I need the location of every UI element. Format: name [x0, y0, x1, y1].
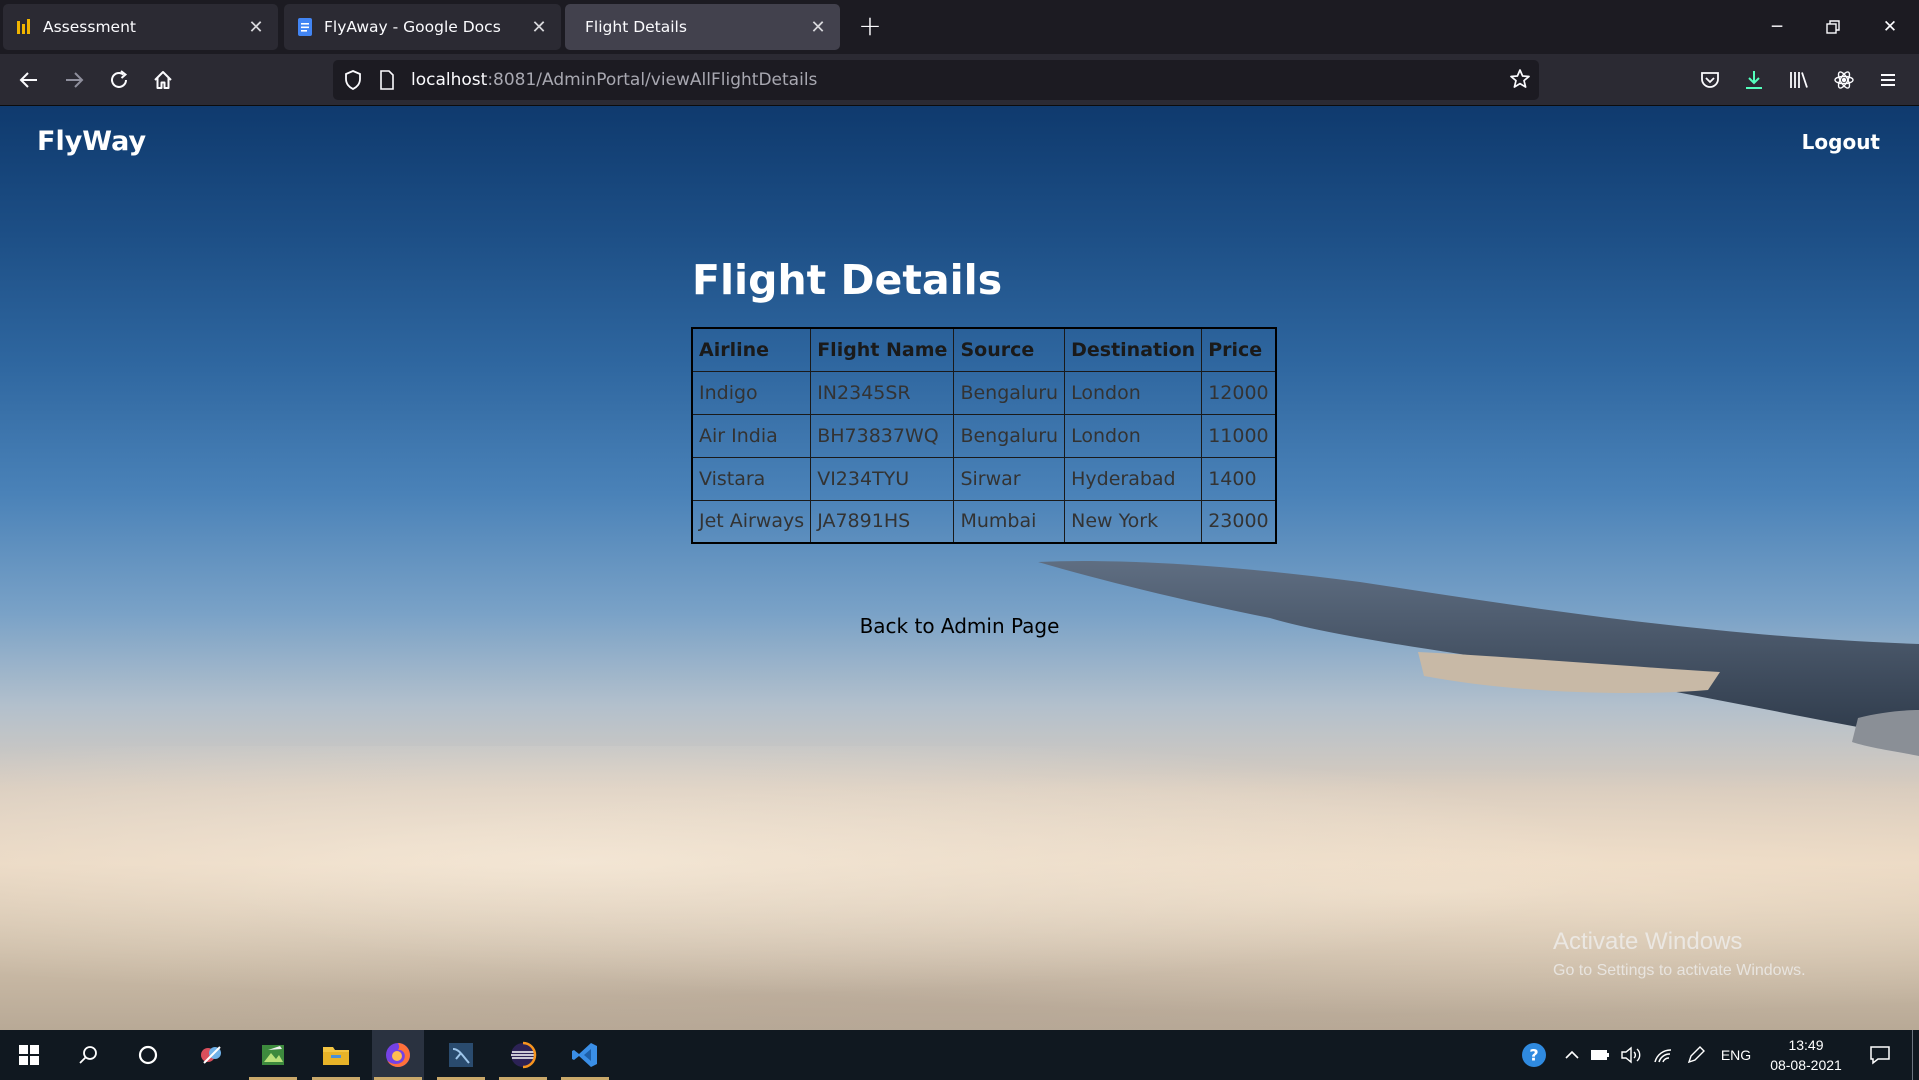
navigation-toolbar: localhost:8081/AdminPortal/viewAllFlight…	[0, 54, 1919, 106]
table-row: Vistara VI234TYU Sirwar Hyderabad 1400	[691, 456, 1277, 501]
pen-workspace-icon[interactable]	[1683, 1030, 1709, 1080]
column-header-source: Source	[953, 327, 1066, 372]
cell-flight-name: IN2345SR	[810, 370, 955, 415]
page-title: Flight Details	[692, 256, 1003, 304]
home-icon[interactable]	[145, 62, 181, 98]
watermark-subtitle: Go to Settings to activate Windows.	[1553, 962, 1806, 979]
activate-windows-watermark: Activate Windows Go to Settings to activ…	[1553, 928, 1806, 980]
close-icon[interactable]: ✕	[246, 17, 266, 38]
volume-icon[interactable]	[1618, 1030, 1644, 1080]
flight-details-table: Airline Flight Name Source Destination P…	[691, 327, 1277, 544]
cell-airline: Air India	[691, 413, 812, 458]
cell-flight-name: JA7891HS	[810, 499, 955, 544]
clock-date: 08-08-2021	[1770, 1057, 1842, 1073]
column-header-flight-name: Flight Name	[810, 327, 955, 372]
cell-price: 1400	[1201, 456, 1277, 501]
clock-time: 13:49	[1788, 1037, 1824, 1053]
battery-icon[interactable]	[1588, 1030, 1612, 1080]
restore-icon[interactable]	[1810, 8, 1856, 46]
back-to-admin-link-row: Back to Admin Page	[0, 614, 1919, 638]
tab-label: Flight Details	[585, 18, 687, 36]
cell-source: Mumbai	[953, 499, 1066, 544]
cell-destination: Hyderabad	[1064, 456, 1203, 501]
firefox-icon[interactable]	[372, 1030, 424, 1080]
cell-price: 23000	[1201, 499, 1277, 544]
page-info-icon[interactable]	[379, 70, 395, 94]
eclipse-icon[interactable]	[497, 1030, 549, 1080]
tab-label: Assessment	[43, 18, 136, 36]
airplane-wing-image	[1038, 560, 1919, 756]
watermark-title: Activate Windows	[1553, 928, 1743, 955]
extension-icon[interactable]	[1826, 62, 1862, 98]
cell-destination: London	[1064, 413, 1203, 458]
url-text[interactable]: localhost:8081/AdminPortal/viewAllFlight…	[411, 70, 817, 90]
vs-code-icon[interactable]	[559, 1030, 611, 1080]
column-header-price: Price	[1201, 327, 1277, 372]
table-row: Indigo IN2345SR Bengaluru London 12000	[691, 370, 1277, 415]
url-path: :8081/AdminPortal/viewAllFlightDetails	[487, 70, 818, 90]
address-bar[interactable]: localhost:8081/AdminPortal/viewAllFlight…	[333, 60, 1539, 100]
minimize-icon[interactable]: ─	[1754, 8, 1800, 46]
table-row: Air India BH73837WQ Bengaluru London 110…	[691, 413, 1277, 458]
url-host: localhost	[411, 70, 488, 90]
column-header-destination: Destination	[1064, 327, 1203, 372]
notification-center-icon[interactable]	[1865, 1030, 1895, 1080]
cell-source: Sirwar	[953, 456, 1066, 501]
cell-flight-name: BH73837WQ	[810, 413, 955, 458]
show-hidden-icons-chevron-icon[interactable]	[1561, 1030, 1583, 1080]
wifi-icon[interactable]	[1650, 1030, 1676, 1080]
tab-google-docs[interactable]: FlyAway - Google Docs ✕	[284, 4, 561, 50]
cell-destination: London	[1064, 370, 1203, 415]
taskbar-clock[interactable]: 13:49 08-08-2021	[1758, 1035, 1854, 1075]
snipping-tool-icon[interactable]	[186, 1030, 238, 1080]
logout-link[interactable]: Logout	[1802, 130, 1880, 154]
search-icon[interactable]	[62, 1030, 114, 1080]
table-row: Jet Airways JA7891HS Mumbai New York 230…	[691, 499, 1277, 544]
tab-label: FlyAway - Google Docs	[324, 18, 501, 36]
tab-flight-details[interactable]: Flight Details ✕	[565, 4, 840, 50]
new-tab-button[interactable]: +	[856, 12, 884, 42]
help-icon[interactable]: ?	[1516, 1030, 1552, 1080]
cell-flight-name: VI234TYU	[810, 456, 955, 501]
library-icon[interactable]	[1781, 62, 1817, 98]
site-brand-logo[interactable]: FlyWay	[37, 126, 146, 157]
forward-icon[interactable]	[56, 62, 92, 98]
show-desktop-divider[interactable]	[1912, 1030, 1913, 1080]
column-header-airline: Airline	[691, 327, 812, 372]
close-icon[interactable]: ✕	[808, 17, 828, 38]
downloads-icon[interactable]	[1736, 62, 1772, 98]
back-icon[interactable]	[11, 62, 47, 98]
shield-icon[interactable]	[343, 69, 363, 95]
google-docs-icon	[296, 18, 314, 36]
assessment-icon	[15, 18, 33, 36]
cell-source: Bengaluru	[953, 413, 1066, 458]
cortana-icon[interactable]	[122, 1030, 174, 1080]
windows-taskbar: ? ENG 13:49 08-08-2021	[0, 1030, 1919, 1080]
cell-destination: New York	[1064, 499, 1203, 544]
pocket-icon[interactable]	[1692, 62, 1728, 98]
cell-airline: Indigo	[691, 370, 812, 415]
mysql-workbench-icon[interactable]	[435, 1030, 487, 1080]
browser-tab-strip: Assessment ✕ FlyAway - Google Docs ✕ Fli…	[0, 0, 1919, 54]
image-editor-icon[interactable]	[247, 1030, 299, 1080]
table-header-row: Airline Flight Name Source Destination P…	[691, 327, 1277, 372]
bookmark-star-icon[interactable]	[1509, 68, 1531, 94]
cell-source: Bengaluru	[953, 370, 1066, 415]
cell-price: 12000	[1201, 370, 1277, 415]
menu-icon[interactable]	[1870, 62, 1906, 98]
tab-assessment[interactable]: Assessment ✕	[3, 4, 278, 50]
back-to-admin-link[interactable]: Back to Admin Page	[860, 614, 1060, 638]
file-explorer-icon[interactable]	[310, 1030, 362, 1080]
windows-start-icon[interactable]	[3, 1030, 55, 1080]
window-close-icon[interactable]: ✕	[1867, 8, 1913, 46]
cell-price: 11000	[1201, 413, 1277, 458]
page-content: FlyWay Logout Flight Details Airline Fli…	[0, 106, 1919, 1030]
cell-airline: Jet Airways	[691, 499, 812, 544]
reload-icon[interactable]	[101, 62, 137, 98]
input-language-indicator[interactable]: ENG	[1716, 1030, 1756, 1080]
close-icon[interactable]: ✕	[529, 17, 549, 38]
svg-text:?: ?	[1529, 1046, 1538, 1065]
cell-airline: Vistara	[691, 456, 812, 501]
